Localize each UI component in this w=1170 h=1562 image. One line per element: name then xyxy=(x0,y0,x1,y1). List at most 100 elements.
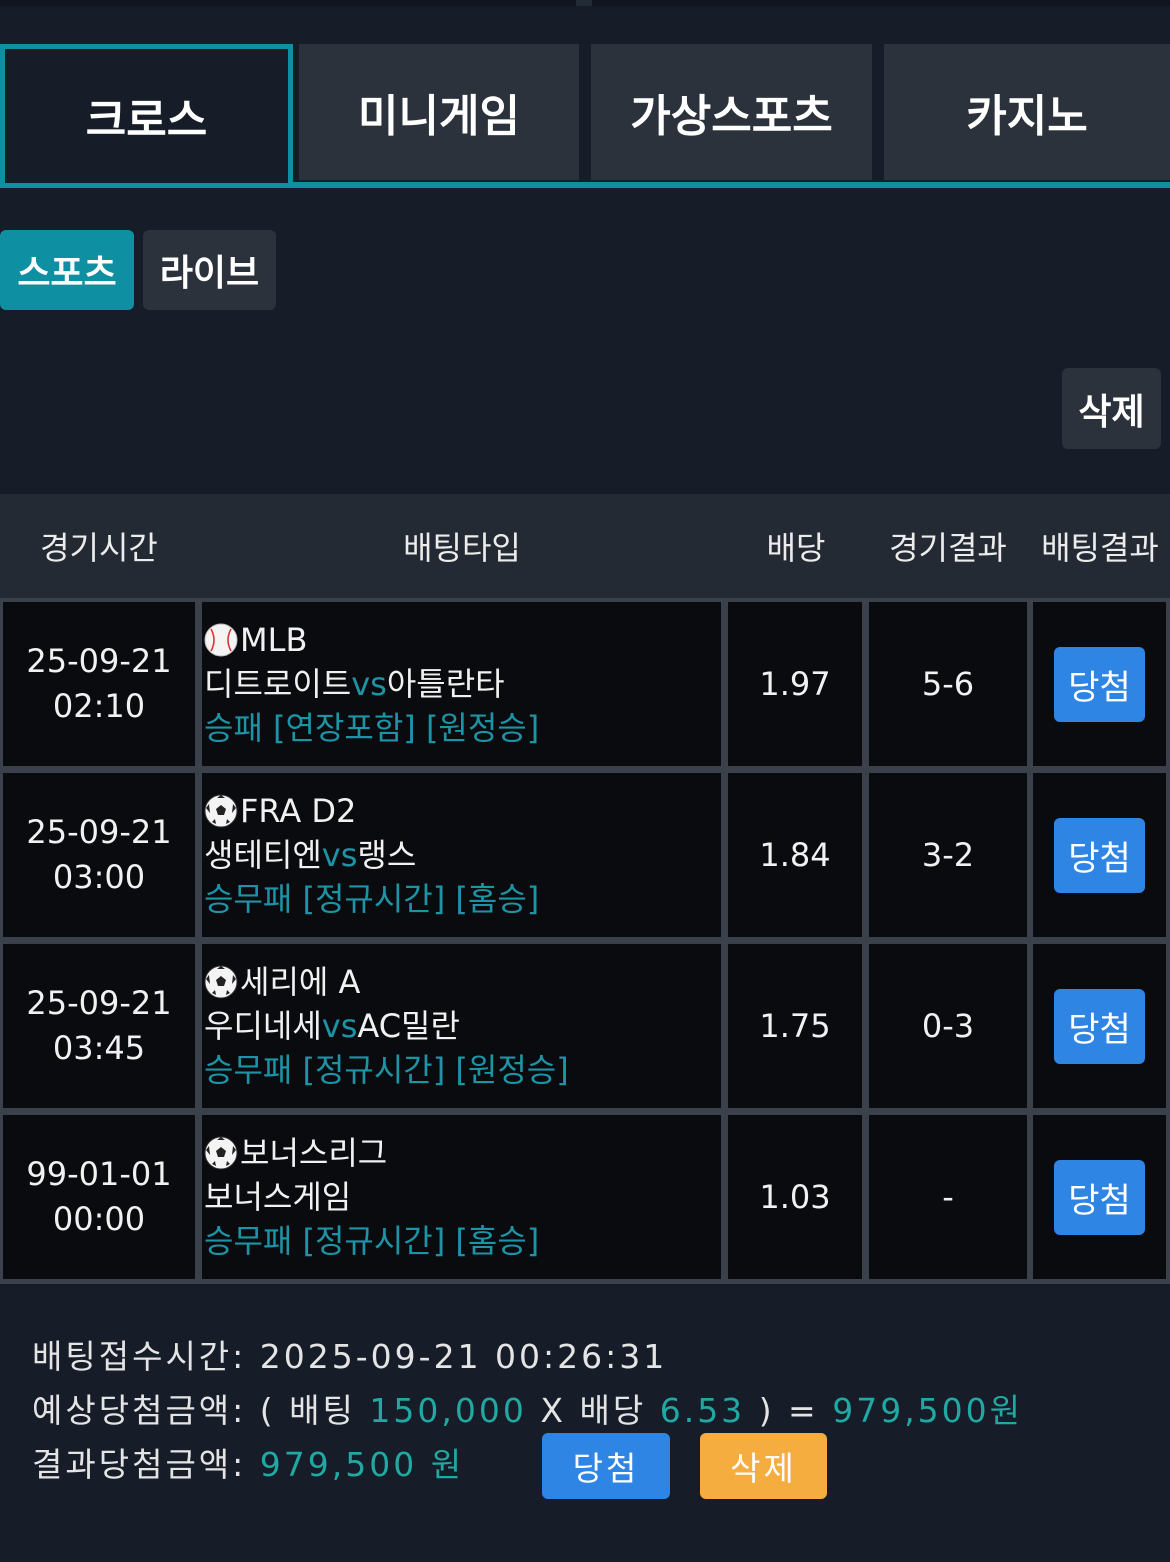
row-0-bet-type: MLB 디트로이트vs아틀란타 승패 [연장포함] [원정승] xyxy=(202,602,721,766)
row-3-clock: 00:00 xyxy=(52,1200,146,1238)
summary-win-button[interactable]: 당첨 xyxy=(542,1433,670,1499)
tab-minigame-label: 미니게임 xyxy=(358,91,520,142)
row-0-odds: 1.97 xyxy=(728,602,862,766)
row-0-clock: 02:10 xyxy=(52,687,146,725)
row-3-win-label: 당첨 xyxy=(1068,1180,1131,1221)
expected-amount-value: 979,500원 xyxy=(832,1391,1024,1430)
row-0-home: 디트로이트 xyxy=(204,665,352,703)
open-paren: ( xyxy=(259,1391,276,1430)
row-2-away: AC밀란 xyxy=(357,1007,460,1045)
soccer-ball-icon xyxy=(204,1136,238,1170)
row-1-clock: 03:00 xyxy=(52,858,146,896)
tab-casino[interactable]: 카지노 xyxy=(884,44,1170,180)
header-odds: 배당 xyxy=(766,529,826,567)
row-1-home: 생테티엔 xyxy=(204,836,322,874)
bet-word: 배팅 xyxy=(289,1391,356,1430)
expected-amount-label: 예상당첨금액: xyxy=(32,1391,247,1430)
row-2-home: 우디네세 xyxy=(204,1007,322,1045)
received-time-row: 배팅접수시간: 2025-09-21 00:26:31 xyxy=(32,1330,1023,1384)
delete-button[interactable]: 삭제 xyxy=(1062,368,1161,449)
row-1-away: 랭스 xyxy=(357,836,417,874)
row-0-league: MLB xyxy=(240,621,308,659)
soccer-ball-icon xyxy=(204,965,238,999)
row-2-bet: 승무패 [정규시간] [원정승] xyxy=(204,1051,569,1089)
row-3-time: 99-01-01 00:00 xyxy=(3,1115,195,1279)
result-amount-row: 결과당첨금액: 979,500 원 xyxy=(32,1438,1023,1492)
odds-word: 배당 xyxy=(579,1391,647,1430)
header-bet-type: 배팅타입 xyxy=(403,529,521,567)
row-3-bet-type: 보너스리그 보너스게임 승무패 [정규시간] [홈승] xyxy=(202,1115,721,1279)
row-1-win-label: 당첨 xyxy=(1068,838,1131,879)
row-3-score: - xyxy=(869,1115,1027,1279)
row-1-league: FRA D2 xyxy=(240,792,357,830)
tab-cross-label: 크로스 xyxy=(85,95,208,146)
tab-virtual-sports-label: 가상스포츠 xyxy=(630,91,833,142)
summary-delete-label: 삭제 xyxy=(730,1449,797,1488)
row-1-time: 25-09-21 03:00 xyxy=(3,773,195,937)
row-1-win-button[interactable]: 당첨 xyxy=(1054,817,1145,893)
times-sign: X xyxy=(540,1391,566,1430)
row-1-score: 3-2 xyxy=(869,773,1027,937)
row-3-home: 보너스게임 xyxy=(204,1178,352,1216)
row-1-bet: 승무패 [정규시간] [홈승] xyxy=(204,880,540,918)
main-tabs: 크로스 미니게임 가상스포츠 카지노 xyxy=(0,44,1170,188)
row-0-vs: vs xyxy=(351,665,387,703)
row-0-date: 25-09-21 xyxy=(26,642,172,680)
delete-button-label: 삭제 xyxy=(1078,391,1145,433)
row-1-date: 25-09-21 xyxy=(26,813,172,851)
bet-amount: 150,000 xyxy=(369,1391,527,1430)
row-2-bet-type: 세리에 A 우디네세vsAC밀란 승무패 [정규시간] [원정승] xyxy=(202,944,721,1108)
row-1-result-cell: 당첨 xyxy=(1033,773,1166,937)
bet-table: 25-09-21 02:10 MLB 디트로이트vs아틀란타 승패 [연장포함]… xyxy=(0,598,1170,1284)
header-bet-result: 배팅결과 xyxy=(1041,529,1159,567)
tab-cross[interactable]: 크로스 xyxy=(0,44,293,183)
result-amount-value: 979,500 원 xyxy=(259,1445,465,1484)
tab-casino-label: 카지노 xyxy=(966,91,1088,142)
close-equals: ) = xyxy=(758,1391,819,1430)
tab-minigame[interactable]: 미니게임 xyxy=(299,44,579,180)
subtab-sports-label: 스포츠 xyxy=(17,253,117,294)
row-1-odds: 1.84 xyxy=(728,773,862,937)
subtab-live[interactable]: 라이브 xyxy=(143,230,276,310)
row-3-odds: 1.03 xyxy=(728,1115,862,1279)
baseball-icon xyxy=(204,623,238,657)
soccer-ball-icon xyxy=(204,794,238,828)
row-1-vs: vs xyxy=(321,836,358,874)
tab-virtual-sports[interactable]: 가상스포츠 xyxy=(591,44,872,180)
row-0-result-cell: 당첨 xyxy=(1033,602,1166,766)
row-2-win-button[interactable]: 당첨 xyxy=(1054,988,1145,1064)
row-3-win-button[interactable]: 당첨 xyxy=(1054,1159,1145,1235)
row-2-clock: 03:45 xyxy=(52,1029,146,1067)
result-amount-label: 결과당첨금액: xyxy=(32,1445,247,1484)
row-0-away: 아틀란타 xyxy=(386,665,505,703)
row-0-time: 25-09-21 02:10 xyxy=(3,602,195,766)
summary-delete-button[interactable]: 삭제 xyxy=(700,1433,827,1499)
row-2-score: 0-3 xyxy=(869,944,1027,1108)
received-time-value: 2025-09-21 00:26:31 xyxy=(259,1337,668,1376)
header-match-result: 경기결과 xyxy=(889,529,1007,567)
row-3-league: 보너스리그 xyxy=(240,1134,388,1172)
row-2-time: 25-09-21 03:45 xyxy=(3,944,195,1108)
row-0-win-button[interactable]: 당첨 xyxy=(1054,646,1145,722)
row-3-result-cell: 당첨 xyxy=(1033,1115,1166,1279)
top-strip xyxy=(0,0,1170,6)
expected-amount-row: 예상당첨금액: ( 배팅 150,000 X 배당 6.53 ) = 979,5… xyxy=(32,1384,1023,1438)
top-strip-notch xyxy=(576,0,592,6)
row-3-date: 99-01-01 xyxy=(26,1155,172,1193)
row-0-score: 5-6 xyxy=(869,602,1027,766)
row-2-date: 25-09-21 xyxy=(26,984,172,1022)
row-0-win-label: 당첨 xyxy=(1068,667,1131,708)
header-match-time: 경기시간 xyxy=(40,529,158,567)
total-odds: 6.53 xyxy=(659,1391,746,1430)
subtab-live-label: 라이브 xyxy=(159,253,260,294)
row-1-bet-type: FRA D2 생테티엔vs랭스 승무패 [정규시간] [홈승] xyxy=(202,773,721,937)
row-2-league: 세리에 A xyxy=(240,963,361,1001)
row-2-vs: vs xyxy=(321,1007,358,1045)
row-2-odds: 1.75 xyxy=(728,944,862,1108)
table-header: 경기시간 배팅타입 배당 경기결과 배팅결과 xyxy=(0,494,1170,598)
bet-summary: 배팅접수시간: 2025-09-21 00:26:31 예상당첨금액: ( 배팅… xyxy=(32,1330,1023,1492)
received-time-label: 배팅접수시간: xyxy=(32,1337,247,1376)
subtab-sports[interactable]: 스포츠 xyxy=(0,230,134,310)
row-2-result-cell: 당첨 xyxy=(1033,944,1166,1108)
summary-win-label: 당첨 xyxy=(572,1449,640,1488)
